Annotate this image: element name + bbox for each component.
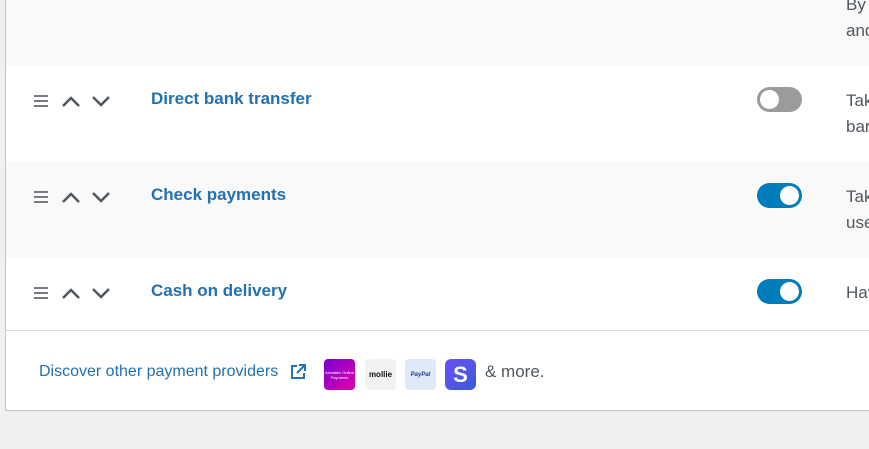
move-up-icon[interactable] <box>61 94 81 108</box>
airwallex-logo: Airwallex Online Payments <box>324 359 355 390</box>
payment-row-bank-transfer: Direct bank transfer Tak bar <box>6 66 869 162</box>
payment-methods-panel: By and Direct bank transfer Tak bar Chec… <box>5 0 869 411</box>
method-description: Tak use <box>846 187 869 232</box>
move-up-icon[interactable] <box>61 190 81 204</box>
toggle-knob <box>780 186 799 205</box>
enable-toggle[interactable] <box>757 183 802 208</box>
stripe-logo: S <box>445 359 476 390</box>
move-down-icon[interactable] <box>91 190 111 204</box>
payment-row-previous: By and <box>6 0 869 66</box>
move-down-icon[interactable] <box>91 94 111 108</box>
row-sort-controls <box>34 94 114 108</box>
payment-row-check-payments: Check payments Tak use <box>6 162 869 258</box>
method-name-link[interactable]: Check payments <box>151 184 286 206</box>
discover-providers-link[interactable]: Discover other payment providers <box>39 362 278 382</box>
row-sort-controls <box>34 190 114 204</box>
method-description: Hav <box>846 283 869 302</box>
enable-toggle[interactable] <box>757 279 802 304</box>
more-providers-text: & more. <box>485 362 545 381</box>
move-up-icon[interactable] <box>61 286 81 300</box>
method-name-link[interactable]: Cash on delivery <box>151 280 287 302</box>
method-name-link[interactable]: Direct bank transfer <box>151 88 312 110</box>
drag-handle-icon[interactable] <box>34 287 48 299</box>
toggle-knob <box>780 282 799 301</box>
drag-handle-icon[interactable] <box>34 191 48 203</box>
toggle-knob <box>760 90 779 109</box>
paypal-logo: PayPal <box>405 359 436 390</box>
drag-handle-icon[interactable] <box>34 95 48 107</box>
enable-toggle[interactable] <box>757 87 802 112</box>
external-link-icon[interactable] <box>289 363 307 381</box>
payment-row-cash-on-delivery: Cash on delivery Hav <box>6 258 869 330</box>
discover-providers-footer: Discover other payment providers Airwall… <box>6 330 869 411</box>
method-description: By and <box>846 0 869 40</box>
mollie-logo: mollie <box>365 359 396 390</box>
move-down-icon[interactable] <box>91 286 111 300</box>
row-sort-controls <box>34 286 114 300</box>
method-description: Tak bar <box>846 91 869 136</box>
